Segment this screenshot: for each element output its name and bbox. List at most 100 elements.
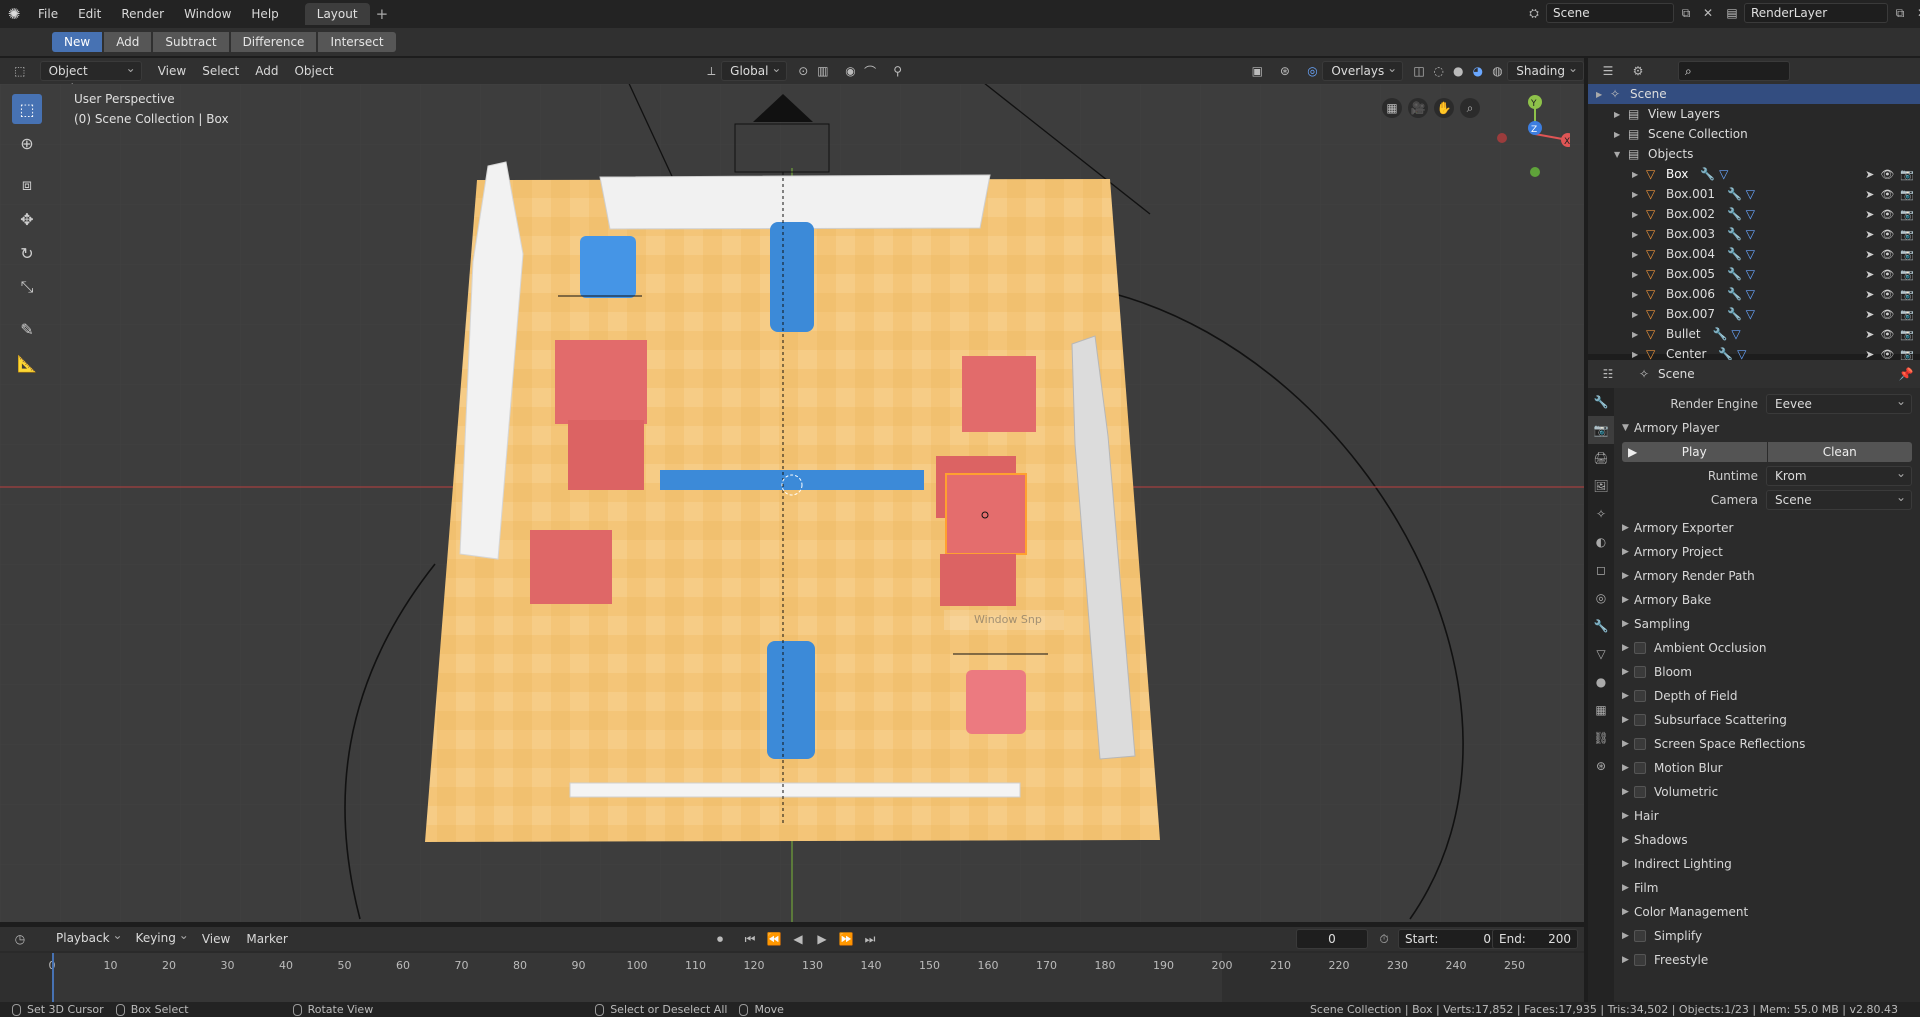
move-tool-icon[interactable]: ✥ <box>12 204 42 234</box>
expand-right-icon[interactable]: ▶ <box>1632 170 1646 179</box>
red-box-1[interactable] <box>555 340 647 424</box>
modifier-icon[interactable]: 🔧 ▽ <box>1727 207 1755 221</box>
panel-checkbox[interactable] <box>1634 786 1646 798</box>
render-camera-icon[interactable]: 📷 <box>1900 168 1914 181</box>
object-tab-icon[interactable]: ◻ <box>1588 556 1614 584</box>
properties-panel[interactable]: ▶ Indirect Lighting <box>1614 852 1920 876</box>
outliner-row[interactable]: ▶ ▽ Box.002 🔧 ▽ ➤ 👁 📷 <box>1588 204 1920 224</box>
properties-panel[interactable]: ▶ Volumetric <box>1614 780 1920 804</box>
snap-target-icon[interactable]: ▥ <box>813 61 833 81</box>
workspace-tab-layout[interactable]: Layout <box>304 3 370 25</box>
record-icon[interactable]: ⏺ <box>710 929 730 949</box>
properties-panel[interactable]: ▶ Armory Project <box>1614 540 1920 564</box>
blue-cylinder-top[interactable] <box>770 222 814 332</box>
snap-icon[interactable]: ⊙ <box>793 61 813 81</box>
world-tab-icon[interactable]: ◐ <box>1588 528 1614 556</box>
render-tab-icon[interactable]: 📷 <box>1588 416 1614 444</box>
clean-button[interactable]: Clean <box>1767 442 1912 462</box>
material-tab-icon[interactable]: ● <box>1588 668 1614 696</box>
outliner-row[interactable]: ▶ ✧ Scene <box>1588 84 1920 104</box>
jump-keyframe-forward-icon[interactable]: ⏩ <box>836 929 856 949</box>
view-layer-field[interactable]: RenderLayer <box>1744 3 1888 23</box>
copy-scene-icon[interactable]: ⧉ <box>1676 3 1696 23</box>
transform-tool-icon[interactable]: ⧈ <box>12 170 42 200</box>
blue-bar-center[interactable] <box>660 470 924 490</box>
modifier-icon[interactable]: 🔧 ▽ <box>1727 307 1755 321</box>
red-tank[interactable] <box>966 670 1026 734</box>
toggle-grid-icon[interactable]: ▦ <box>1382 98 1402 118</box>
output-tab-icon[interactable]: 🖨 <box>1588 444 1614 472</box>
panel-checkbox[interactable] <box>1634 762 1646 774</box>
expand-right-icon[interactable]: ▶ <box>1632 290 1646 299</box>
blue-tank[interactable] <box>580 236 636 298</box>
outliner-row[interactable]: ▶ ▤ View Layers <box>1588 104 1920 124</box>
playback-menu[interactable]: Playback <box>48 926 128 949</box>
outliner-row[interactable]: ▶ ▽ Box.004 🔧 ▽ ➤ 👁 📷 <box>1588 244 1920 264</box>
material-shading-icon[interactable]: ◕ <box>1468 61 1488 81</box>
editor-type-icon[interactable]: ⬚ <box>10 61 30 81</box>
expand-right-icon[interactable]: ▶ <box>1632 330 1646 339</box>
properties-panel[interactable]: ▶ Shadows <box>1614 828 1920 852</box>
select-toggle-icon[interactable]: ➤ <box>1865 208 1874 221</box>
outliner-row[interactable]: ▶ ▽ Bullet 🔧 ▽ ➤ 👁 📷 <box>1588 324 1920 344</box>
menu-window[interactable]: Window <box>174 0 241 28</box>
red-box-2[interactable] <box>568 420 644 490</box>
select-box-tool-icon[interactable]: ⬚ <box>12 94 42 124</box>
menu-help[interactable]: Help <box>241 0 288 28</box>
stopwatch-icon[interactable]: ⏱ <box>1374 929 1394 949</box>
viewport-menu-object[interactable]: Object <box>286 61 341 81</box>
start-frame-field[interactable]: Start: 0 <box>1398 929 1498 949</box>
scene-tab-icon[interactable]: ✧ <box>1588 500 1614 528</box>
render-camera-icon[interactable]: 📷 <box>1900 348 1914 361</box>
copy-layer-icon[interactable]: ⧉ <box>1890 3 1910 23</box>
timeline-ruler[interactable]: 0102030405060708090100110120130140150160… <box>0 953 1584 1002</box>
gizmo-toggle-icon[interactable]: ⊛ <box>1275 61 1295 81</box>
properties-panel[interactable]: ▶ Ambient Occlusion <box>1614 636 1920 660</box>
constraints-tab-icon[interactable]: ⛓ <box>1588 724 1614 752</box>
render-camera-icon[interactable]: 📷 <box>1900 188 1914 201</box>
selected-box[interactable] <box>945 473 1027 555</box>
play-forward-icon[interactable]: ▶ <box>812 929 832 949</box>
modifier-icon[interactable]: 🔧 ▽ <box>1700 167 1728 181</box>
marker-menu[interactable]: Marker <box>238 929 295 949</box>
wall-bottom[interactable] <box>569 782 1021 798</box>
zoom-view-icon[interactable]: ⌕ <box>1460 98 1480 118</box>
panel-checkbox[interactable] <box>1634 642 1646 654</box>
pan-view-icon[interactable]: ✋ <box>1434 98 1454 118</box>
select-toggle-icon[interactable]: ➤ <box>1865 168 1874 181</box>
properties-panel[interactable]: ▶ Depth of Field <box>1614 684 1920 708</box>
pivot-icon[interactable]: ⚲ <box>888 61 908 81</box>
render-camera-icon[interactable]: 📷 <box>1900 328 1914 341</box>
panel-checkbox[interactable] <box>1634 954 1646 966</box>
eye-icon[interactable]: 👁 <box>1880 348 1894 361</box>
properties-panel[interactable]: ▶ Simplify <box>1614 924 1920 948</box>
viewport-scene[interactable] <box>0 84 1584 922</box>
panel-checkbox[interactable] <box>1634 930 1646 942</box>
modifier-icon[interactable]: 🔧 ▽ <box>1727 287 1755 301</box>
properties-panel[interactable]: ▶ Armory Bake <box>1614 588 1920 612</box>
properties-panel[interactable]: ▶ Subsurface Scattering <box>1614 708 1920 732</box>
eye-icon[interactable]: 👁 <box>1880 308 1894 321</box>
camera-dropdown[interactable]: Scene <box>1766 488 1912 510</box>
texture-tab-icon[interactable]: ▦ <box>1588 696 1614 724</box>
view-layer-tab-icon[interactable]: 🖼 <box>1588 472 1614 500</box>
overlays-dropdown[interactable]: Overlays <box>1322 59 1404 81</box>
armory-player-panel[interactable]: ▼ Armory Player <box>1614 416 1920 440</box>
modifier-icon[interactable]: 🔧 ▽ <box>1727 267 1755 281</box>
panel-checkbox[interactable] <box>1634 714 1646 726</box>
select-toggle-icon[interactable]: ➤ <box>1865 348 1874 361</box>
expand-right-icon[interactable]: ▶ <box>1632 270 1646 279</box>
timeline-view-menu[interactable]: View <box>194 929 238 949</box>
properties-panel[interactable]: ▶ Armory Exporter <box>1614 516 1920 540</box>
eye-icon[interactable]: 👁 <box>1880 188 1894 201</box>
shading-dropdown[interactable]: Shading <box>1507 59 1585 81</box>
eye-icon[interactable]: 👁 <box>1880 328 1894 341</box>
expand-down-icon[interactable]: ▼ <box>1614 150 1628 159</box>
blender-logo-icon[interactable]: ✺ <box>0 0 28 28</box>
modifier-icon[interactable]: 🔧 ▽ <box>1713 327 1741 341</box>
render-camera-icon[interactable]: 📷 <box>1900 228 1914 241</box>
eye-icon[interactable]: 👁 <box>1880 268 1894 281</box>
transform-orientation-icon[interactable]: ⟂ <box>702 61 722 81</box>
outliner-row[interactable]: ▼ ▤ Objects <box>1588 144 1920 164</box>
difference-button[interactable]: Difference <box>230 32 317 52</box>
